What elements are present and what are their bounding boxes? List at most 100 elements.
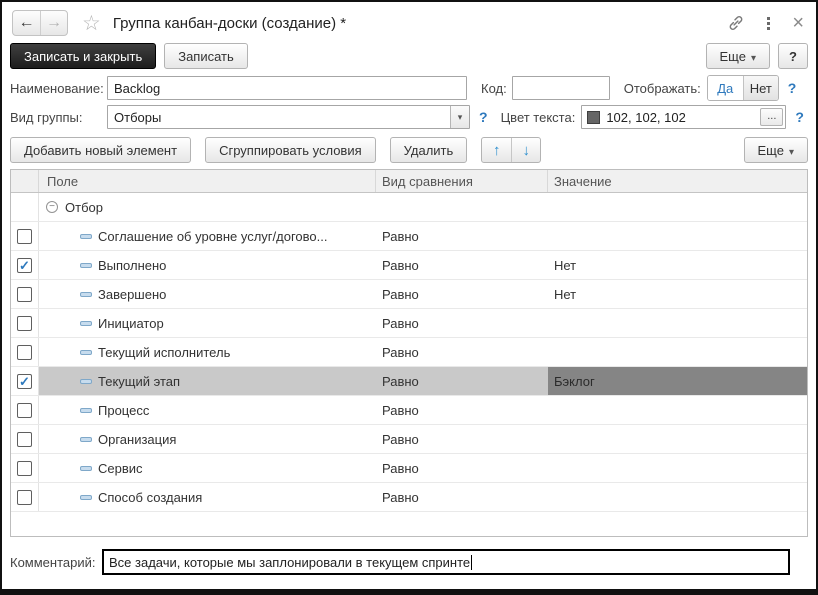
kebab-menu-icon[interactable] [765, 15, 772, 32]
row-checkbox[interactable] [17, 490, 32, 505]
row-value[interactable]: Бэклог [548, 367, 807, 395]
table-row[interactable]: Инициатор Равно [11, 309, 807, 338]
group-kind-help-icon[interactable]: ? [479, 109, 488, 125]
minus-glyph: − [49, 202, 55, 212]
display-help-icon[interactable]: ? [788, 80, 797, 96]
row-flag-cell [11, 483, 39, 511]
save-close-button[interactable]: Записать и закрыть [10, 43, 156, 69]
row-comparison[interactable]: Равно [376, 454, 548, 482]
row-checkbox[interactable] [17, 316, 32, 331]
row-checkbox[interactable] [17, 229, 32, 244]
table-row[interactable]: Процесс Равно [11, 396, 807, 425]
back-arrow-icon: ← [19, 14, 35, 31]
row-checkbox[interactable] [17, 432, 32, 447]
color-picker-button[interactable]: ... [760, 108, 783, 126]
move-buttons-group: ↑ ↓ [481, 137, 541, 163]
row-field-cell[interactable]: Организация [39, 425, 376, 453]
row-checkbox[interactable] [17, 287, 32, 302]
row-comparison[interactable]: Равно [376, 396, 548, 424]
group-kind-label: Вид группы: [10, 110, 107, 125]
delete-button[interactable]: Удалить [390, 137, 468, 163]
row-field-cell[interactable]: Инициатор [39, 309, 376, 337]
move-up-button[interactable]: ↑ [482, 138, 511, 162]
row-field-label: Способ создания [98, 490, 202, 505]
row-comparison[interactable]: Равно [376, 222, 548, 250]
command-bar: Записать и закрыть Записать Еще▾ ? [2, 40, 816, 72]
more-button[interactable]: Еще▾ [706, 43, 770, 69]
row-value[interactable] [548, 309, 807, 337]
row-value[interactable] [548, 425, 807, 453]
filter-table: Поле Вид сравнения Значение − Отбор Согл… [10, 169, 808, 537]
row-value[interactable] [548, 396, 807, 424]
row-checkbox[interactable] [17, 345, 32, 360]
row-field-cell[interactable]: Выполнено [39, 251, 376, 279]
row-comparison[interactable]: Равно [376, 280, 548, 308]
row-value[interactable] [548, 483, 807, 511]
collapse-icon[interactable]: − [46, 201, 58, 213]
table-header: Поле Вид сравнения Значение [11, 170, 807, 193]
row-value[interactable] [548, 222, 807, 250]
column-header-field[interactable]: Поле [39, 170, 376, 192]
filter-toolbar: Добавить новый элемент Сгруппировать усл… [2, 133, 816, 169]
comment-input[interactable]: Все задачи, которые мы заплонировали в т… [102, 549, 790, 575]
column-header-flag[interactable] [11, 170, 39, 192]
row-comparison[interactable]: Равно [376, 367, 548, 395]
help-button[interactable]: ? [778, 43, 808, 69]
group-conditions-button[interactable]: Сгруппировать условия [205, 137, 376, 163]
table-row[interactable]: Завершено Равно Нет [11, 280, 807, 309]
table-row[interactable]: ✓ Выполнено Равно Нет [11, 251, 807, 280]
group-row[interactable]: − Отбор [11, 193, 807, 222]
favorite-star-icon[interactable]: ☆ [82, 11, 101, 36]
row-checkbox[interactable]: ✓ [17, 374, 32, 389]
row-field-cell[interactable]: Процесс [39, 396, 376, 424]
column-header-comparison[interactable]: Вид сравнения [376, 170, 548, 192]
text-color-help-icon[interactable]: ? [795, 109, 804, 125]
row-checkbox[interactable] [17, 461, 32, 476]
row-flag-cell [11, 309, 39, 337]
row-value[interactable] [548, 454, 807, 482]
close-icon[interactable]: × [792, 14, 804, 32]
row-checkbox[interactable]: ✓ [17, 258, 32, 273]
row-value[interactable] [548, 338, 807, 366]
add-element-button[interactable]: Добавить новый элемент [10, 137, 191, 163]
row-comparison[interactable]: Равно [376, 483, 548, 511]
move-down-button[interactable]: ↓ [511, 138, 540, 162]
row-field-cell[interactable]: Завершено [39, 280, 376, 308]
row-field-cell[interactable]: Соглашение об уровне услуг/догово... [39, 222, 376, 250]
row-comparison[interactable]: Равно [376, 251, 548, 279]
back-button[interactable]: ← [13, 11, 40, 35]
row-field-cell[interactable]: Сервис [39, 454, 376, 482]
row-field-label: Сервис [98, 461, 143, 476]
row-comparison[interactable]: Равно [376, 425, 548, 453]
row-comparison[interactable]: Равно [376, 309, 548, 337]
save-button[interactable]: Записать [164, 43, 248, 69]
filter-item-icon [80, 379, 92, 384]
table-row[interactable]: ✓ Текущий этап Равно Бэклог [11, 367, 807, 396]
row-flag-cell [11, 338, 39, 366]
link-icon[interactable] [727, 14, 745, 32]
row-field-cell[interactable]: Текущий исполнитель [39, 338, 376, 366]
table-row[interactable]: Соглашение об уровне услуг/догово... Рав… [11, 222, 807, 251]
code-input[interactable] [512, 76, 610, 100]
display-yes-button[interactable]: Да [708, 76, 743, 100]
row-field-cell[interactable]: Способ создания [39, 483, 376, 511]
group-kind-dropdown-button[interactable]: ▾ [450, 106, 469, 128]
group-kind-combo[interactable]: Отборы ▾ [107, 105, 470, 129]
display-toggle: Да Нет [707, 75, 779, 101]
table-row[interactable]: Способ создания Равно [11, 483, 807, 512]
row-flag-cell [11, 396, 39, 424]
table-row[interactable]: Организация Равно [11, 425, 807, 454]
table-row[interactable]: Сервис Равно [11, 454, 807, 483]
forward-button[interactable]: → [40, 11, 67, 35]
table-row[interactable]: Текущий исполнитель Равно [11, 338, 807, 367]
row-value[interactable]: Нет [548, 280, 807, 308]
row-field-cell[interactable]: Текущий этап [39, 367, 376, 395]
row-comparison[interactable]: Равно [376, 338, 548, 366]
row-checkbox[interactable] [17, 403, 32, 418]
column-header-value[interactable]: Значение [548, 170, 807, 192]
display-no-button[interactable]: Нет [743, 76, 778, 100]
row-value[interactable]: Нет [548, 251, 807, 279]
text-color-input[interactable]: 102, 102, 102 ... [581, 105, 786, 129]
filter-more-button[interactable]: Еще▾ [744, 137, 808, 163]
name-input[interactable]: Backlog [107, 76, 467, 100]
